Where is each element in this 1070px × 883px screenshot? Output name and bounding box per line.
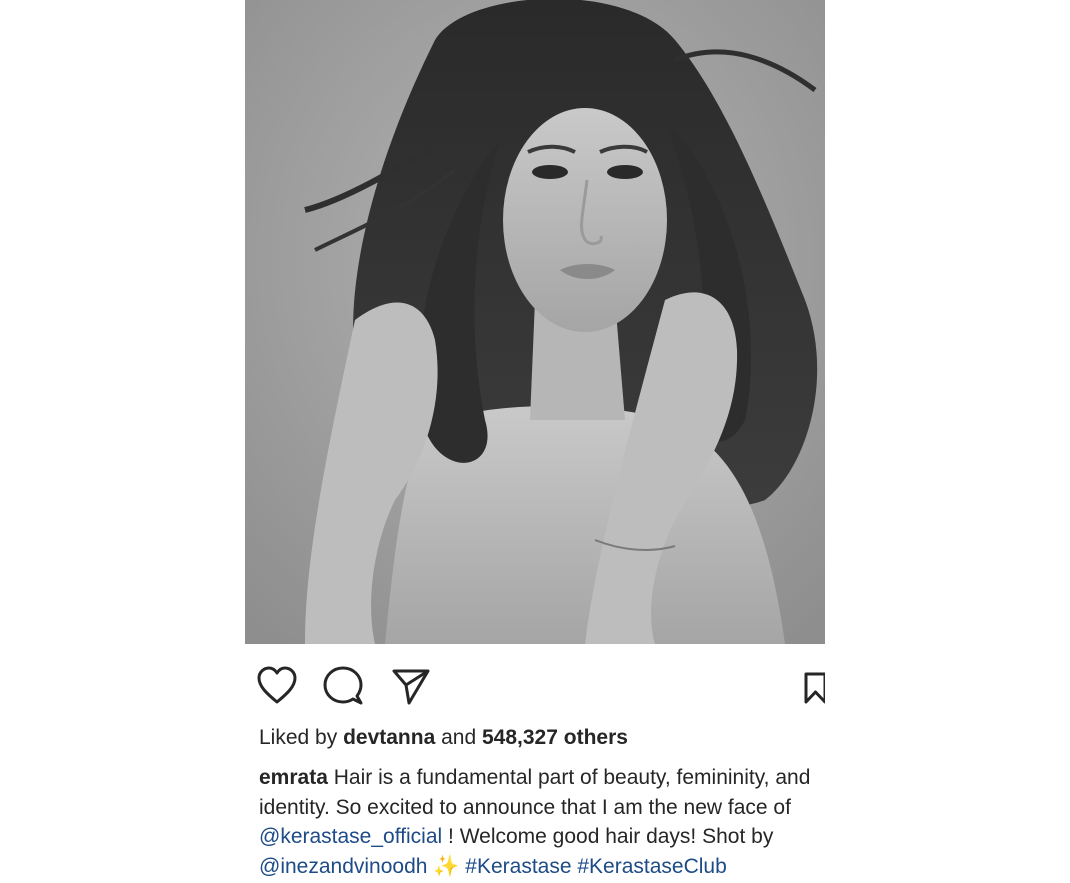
post-photo[interactable]	[245, 0, 825, 644]
likes-prefix: Liked by	[259, 726, 338, 749]
likes-line[interactable]: Liked by devtanna and 548,327 others	[259, 726, 628, 750]
sparkle-emoji: ✨	[433, 854, 460, 878]
bookmark-icon	[804, 672, 825, 704]
post-caption: emrata Hair is a fundamental part of bea…	[259, 763, 825, 883]
save-button[interactable]	[798, 660, 825, 712]
caption-username[interactable]: emrata	[259, 766, 328, 789]
caption-mention-inezandvinoodh[interactable]: @inezandvinoodh	[259, 855, 427, 878]
comment-button[interactable]	[321, 660, 365, 712]
caption-text-2: ! Welcome good hair days! Shot by	[448, 825, 774, 848]
speech-bubble-icon	[323, 666, 363, 705]
post-action-bar	[245, 660, 825, 712]
portrait-photo-illustration	[245, 0, 825, 644]
share-button[interactable]	[389, 660, 433, 712]
paper-plane-icon	[392, 669, 430, 705]
instagram-post: Liked by devtanna and 548,327 others emr…	[245, 0, 825, 883]
caption-mention-kerastase[interactable]: @kerastase_official	[259, 825, 442, 848]
caption-text-1: Hair is a fundamental part of beauty, fe…	[259, 766, 811, 819]
heart-outline-icon	[257, 666, 297, 704]
likes-count[interactable]: 548,327 others	[482, 726, 628, 749]
likes-middle: and	[441, 726, 477, 749]
liked-by-user[interactable]: devtanna	[343, 726, 435, 749]
like-button[interactable]	[255, 660, 299, 712]
